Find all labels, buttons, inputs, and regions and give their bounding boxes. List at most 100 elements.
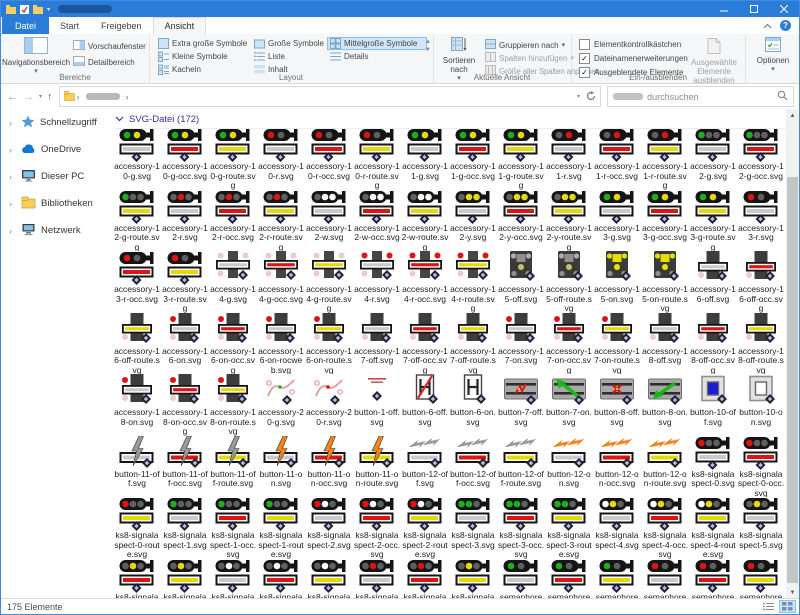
file-item[interactable]: accessory-14-r-route.svg (449, 251, 497, 313)
file-item[interactable]: accessory-12-r-route.svg (257, 190, 305, 252)
file-item[interactable]: accessory-17-on.svg (497, 313, 545, 375)
file-item[interactable]: accessory-10-g.svg (113, 128, 161, 190)
search-input[interactable]: durchsuchen (607, 86, 794, 107)
scrollbar-thumb[interactable] (787, 177, 798, 583)
file-item[interactable]: accessory-12-y.svg (449, 190, 497, 252)
file-item[interactable]: ks8-signalaspect-2-occ.svg (353, 497, 401, 559)
file-item[interactable]: ks8-signalaspect-4.svg (593, 497, 641, 559)
file-item[interactable]: accessory-18-off-route.svg (737, 313, 785, 375)
breadcrumb-redacted[interactable] (86, 93, 120, 100)
file-item[interactable]: accessory-10-r-route.svg (353, 128, 401, 190)
file-item[interactable]: ks8-signalaspect-1.svg (161, 497, 209, 559)
scroll-up-icon[interactable]: ▲ (786, 109, 799, 122)
file-item[interactable]: ks8-signalaspect-0.svg (689, 436, 737, 498)
file-item[interactable]: ks8-signalaspect-0-occ.svg (737, 436, 785, 498)
group-header[interactable]: SVG-Datei (172) (115, 111, 786, 129)
view-list[interactable]: Liste (251, 50, 327, 63)
file-item[interactable]: ks8-signalaspect-4-route.svg (689, 497, 737, 559)
expand-chevron-icon[interactable]: › (9, 145, 16, 155)
file-item[interactable]: accessory-12-w-occ.svg (353, 190, 401, 252)
file-item[interactable]: accessory-12-g-route.svg (113, 190, 161, 252)
file-item[interactable]: accessory-14-r-occ.svg (401, 251, 449, 313)
folder-icon[interactable] (33, 5, 43, 14)
file-item[interactable]: button-12-on-occ.svg (593, 436, 641, 498)
file-item[interactable]: accessory-13-g.svg (593, 190, 641, 252)
properties-icon[interactable] (20, 5, 29, 14)
add-columns-button[interactable]: Spalten hinzufügen▾ (485, 52, 574, 64)
history-dropdown-icon[interactable]: ▾ (39, 93, 42, 100)
file-item[interactable]: accessory-14-g-occ.svg (257, 251, 305, 313)
file-item[interactable]: button-7-off.svg (497, 374, 545, 436)
address-input[interactable]: › › ▾ (59, 86, 602, 107)
file-item[interactable]: accessory-11-g-route.svg (497, 128, 545, 190)
close-button[interactable] (769, 1, 799, 17)
file-item[interactable]: accessory-18-off.svg (641, 313, 689, 375)
file-item[interactable]: accessory-16-on-rocweb.svg (257, 313, 305, 375)
file-item[interactable]: accessory-20-r.svg (305, 374, 353, 436)
file-item[interactable]: accessory-17-off-route.svg (449, 313, 497, 375)
file-item[interactable]: button-8-off.svg (593, 374, 641, 436)
file-item[interactable]: accessory-12-w-route.svg (401, 190, 449, 252)
details-pane-button[interactable]: Detailbereich (73, 56, 135, 68)
file-item[interactable]: accessory-13-r-route.svg (161, 251, 209, 313)
file-item[interactable]: accessory-11-r-route.svg (641, 128, 689, 190)
file-item[interactable]: accessory-15-off-route.svg (545, 251, 593, 313)
forward-icon[interactable]: → (23, 91, 34, 103)
file-item[interactable]: accessory-11-r-occ.svg (593, 128, 641, 190)
file-item[interactable]: accessory-15-on.svg (593, 251, 641, 313)
file-item[interactable]: accessory-16-on-route.svg (305, 313, 353, 375)
file-item[interactable]: accessory-17-off.svg (353, 313, 401, 375)
file-item[interactable]: accessory-12-g.svg (689, 128, 737, 190)
file-item[interactable]: ks8-signalaspect-2.svg (305, 497, 353, 559)
file-item[interactable]: accessory-12-w.svg (305, 190, 353, 252)
tab-freigeben[interactable]: Freigeben (90, 17, 153, 34)
file-item[interactable]: button-11-on-route.svg (353, 436, 401, 498)
file-item[interactable]: accessory-12-g-occ.svg (737, 128, 785, 190)
file-item[interactable]: accessory-16-off-route.svg (113, 313, 161, 375)
file-item[interactable]: semaphore (737, 559, 785, 600)
file-item[interactable]: ks8-signala (353, 559, 401, 600)
collapse-ribbon-icon[interactable] (763, 21, 772, 31)
file-item[interactable]: accessory-15-off.svg (497, 251, 545, 313)
file-item[interactable]: accessory-10-g-occ.svg (161, 128, 209, 190)
file-item[interactable]: button-11-off-route.svg (209, 436, 257, 498)
file-item[interactable]: semaphore (593, 559, 641, 600)
navigation-pane-button[interactable]: Navigationsbereich ▾ (7, 37, 65, 76)
expand-chevron-icon[interactable]: › (9, 172, 16, 182)
tab-start[interactable]: Start (49, 17, 90, 34)
file-item[interactable]: accessory-13-r.svg (737, 190, 785, 252)
file-item[interactable]: ks8-signala (161, 559, 209, 600)
checkbox-item-checkboxes[interactable]: Elementkontrollkästchen (579, 39, 688, 50)
file-item[interactable]: ks8-signalaspect-1-occ.svg (209, 497, 257, 559)
file-item[interactable]: button-11-off.svg (113, 436, 161, 498)
file-item[interactable]: accessory-18-on-route.svg (209, 374, 257, 436)
file-item[interactable]: accessory-18-off-occ.svg (689, 313, 737, 375)
sidebar-item-onedrive[interactable]: › OneDrive (1, 136, 111, 163)
minimize-button[interactable] (709, 1, 739, 17)
checkbox-filename-extensions[interactable]: ✓ Dateinamenerweiterungen (579, 53, 688, 64)
file-item[interactable]: ks8-signala (449, 559, 497, 600)
file-item[interactable]: accessory-14-r.svg (353, 251, 401, 313)
file-item[interactable]: semaphore (497, 559, 545, 600)
file-item[interactable]: accessory-13-g-route.svg (689, 190, 737, 252)
view-large-icons[interactable]: Große Symbole (251, 37, 327, 50)
expand-chevron-icon[interactable]: › (9, 199, 16, 209)
sidebar-item-dieser-pc[interactable]: › Dieser PC (1, 163, 111, 190)
file-item[interactable]: accessory-16-on.svg (161, 313, 209, 375)
up-icon[interactable]: ↑ (47, 91, 53, 103)
file-item[interactable]: accessory-12-y-occ.svg (497, 190, 545, 252)
file-item[interactable]: accessory-16-on-occ.svg (209, 313, 257, 375)
file-item[interactable]: button-10-on.svg (737, 374, 785, 436)
file-item[interactable]: accessory-20-g.svg (257, 374, 305, 436)
file-item[interactable]: button-6-on.svg (449, 374, 497, 436)
file-item[interactable]: button-10-off.svg (689, 374, 737, 436)
view-extra-large-icons[interactable]: Extra große Symbole (155, 37, 251, 50)
file-item[interactable]: accessory-11-g-occ.svg (449, 128, 497, 190)
options-button[interactable]: Optionen ▾ (751, 37, 795, 74)
file-item[interactable]: accessory-18-on-occ.svg (161, 374, 209, 436)
file-item[interactable]: button-11-on.svg (257, 436, 305, 498)
view-medium-icons[interactable]: Mittelgroße Symbole (327, 37, 427, 50)
sidebar-item-bibliotheken[interactable]: › Bibliotheken (1, 190, 111, 217)
view-details[interactable]: Details (327, 50, 427, 63)
file-item[interactable]: accessory-14-g.svg (209, 251, 257, 313)
